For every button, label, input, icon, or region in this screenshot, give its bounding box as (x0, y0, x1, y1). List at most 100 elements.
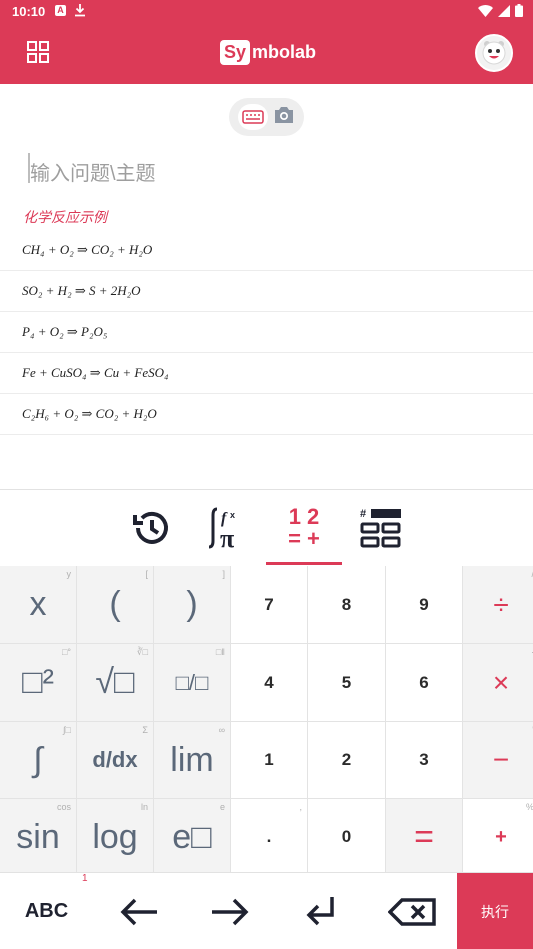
key-sqrt[interactable]: √□ ∛□ (77, 644, 153, 721)
battery-icon (515, 4, 523, 17)
key-1[interactable]: 1 (231, 722, 307, 798)
abc-keyboard-button[interactable]: ABC (0, 873, 93, 949)
example-item[interactable]: P₄ + O₂ ⇒ P₂O₅ (0, 312, 533, 353)
tab-history[interactable] (112, 490, 190, 566)
signal-icon (498, 4, 510, 17)
key-label: ∫ (33, 740, 43, 779)
key-label: x (29, 585, 47, 623)
key-label: □/□ (175, 669, 209, 695)
key-label: 0 (341, 827, 352, 846)
logo-highlight: Sy (220, 39, 251, 65)
key-label: d/dx (92, 747, 138, 772)
key-plus[interactable]: +% (463, 799, 533, 875)
key-label: 6 (419, 672, 429, 692)
tab-numbers[interactable]: 1 2 = + (265, 490, 343, 566)
key-label: sin (16, 817, 60, 856)
key-log[interactable]: log ln (77, 799, 153, 875)
key-label: log (92, 817, 138, 856)
menu-grid-button[interactable] (26, 40, 50, 64)
example-item[interactable]: SO₂ + H₂ ⇒ S + 2H₂O (0, 271, 533, 312)
execute-button[interactable]: 执行 (457, 873, 533, 949)
key-hint: y (66, 569, 72, 579)
user-avatar[interactable] (475, 34, 513, 72)
key-label: 2 (341, 750, 352, 769)
download-icon (74, 3, 86, 20)
key-label: + (495, 825, 507, 848)
key-0[interactable]: 0 (308, 799, 385, 875)
examples-list: CH₄ + O₂ ⇒ CO₂ + H₂O SO₂ + H₂ ⇒ S + 2H₂O… (0, 230, 533, 435)
key-2[interactable]: 2 (308, 722, 385, 798)
key-6[interactable]: 6 (386, 644, 462, 721)
wifi-icon (478, 4, 493, 17)
key-9[interactable]: 9 (386, 566, 462, 643)
cursor-left-button[interactable] (93, 873, 184, 949)
key-label: 9 (419, 594, 429, 614)
grid-icon (27, 41, 49, 63)
key-label: × (492, 666, 510, 698)
key-label: 1 (264, 750, 274, 769)
keyboard-mode-button[interactable] (237, 104, 268, 130)
key-hint: ∛□ (136, 647, 148, 657)
matrix-icon: # (360, 508, 401, 548)
key-sin[interactable]: sin cos (0, 799, 76, 875)
backspace-icon (387, 897, 436, 926)
key-close-paren[interactable]: )] (154, 566, 230, 643)
key-hint: ∫□ (63, 725, 71, 735)
key-label: □² (22, 663, 54, 701)
avatar-face-icon (482, 41, 506, 65)
key-integral[interactable]: ∫ ∫□ (0, 722, 76, 798)
key-hint: [ (145, 569, 148, 579)
history-icon (133, 511, 168, 544)
key-x[interactable]: xy (0, 566, 76, 643)
keyboard-icon (242, 110, 264, 124)
tab-matrix[interactable]: # (342, 490, 420, 566)
logo-text: mbolab (252, 41, 317, 62)
key-divide[interactable]: ÷/ (463, 566, 533, 643)
key-multiply[interactable]: ×· (463, 644, 533, 721)
key-derivative[interactable]: d/dx Σ (77, 722, 153, 798)
key-decimal[interactable]: ., (231, 799, 307, 875)
problem-input[interactable]: 输入问题\主题 (30, 157, 156, 186)
integral-fx-pi-icon: f x π (208, 507, 235, 553)
key-label: lim (170, 740, 214, 779)
status-bar: 10:10 A (0, 0, 533, 22)
key-hint: □‖ (215, 647, 225, 657)
key-label: ) (186, 585, 198, 623)
key-label: e□ (172, 817, 212, 856)
enter-button[interactable] (275, 873, 366, 949)
input-mode-toggle (229, 98, 304, 136)
key-minus[interactable]: −' (463, 722, 533, 798)
key-limit[interactable]: lim ∞ (154, 722, 230, 798)
key-hint: Σ (142, 725, 148, 735)
key-label: − (492, 744, 510, 775)
camera-icon (275, 106, 294, 123)
camera-mode-button[interactable] (273, 106, 295, 129)
key-square[interactable]: □² □° (0, 644, 76, 721)
key-7[interactable]: 7 (231, 566, 307, 643)
cursor-right-button[interactable] (184, 873, 275, 949)
key-open-paren[interactable]: ([ (77, 566, 153, 643)
key-equals[interactable]: = (386, 799, 462, 875)
keypad: xy ([ )] 7 8 9 ÷/ □²□° √□∛□ □/□□‖ 4 5 6 … (0, 566, 533, 875)
tab-numbers-bottom: = + (288, 526, 320, 551)
key-label: ( (109, 585, 121, 623)
svg-text:π: π (220, 524, 234, 553)
arrow-left-icon (120, 898, 157, 925)
key-8[interactable]: 8 (308, 566, 385, 643)
example-item[interactable]: Fe + CuSO₄ ⇒ Cu + FeSO₄ (0, 353, 533, 394)
example-item[interactable]: C₂H₆ + O₂ ⇒ CO₂ + H₂O (0, 394, 533, 435)
key-fraction[interactable]: □/□ □‖ (154, 644, 230, 721)
example-item[interactable]: CH₄ + O₂ ⇒ CO₂ + H₂O (0, 230, 533, 271)
key-hint: % (526, 802, 533, 812)
key-hint: □° (61, 647, 71, 657)
bottom-bar: 1 ABC 执行 (0, 872, 533, 949)
key-exp[interactable]: e□ e (154, 799, 230, 875)
key-hint: ∞ (218, 725, 225, 735)
tab-functions[interactable]: f x π (188, 490, 266, 566)
tab-numbers-top: 1 2 (288, 504, 320, 529)
key-4[interactable]: 4 (231, 644, 307, 721)
key-3[interactable]: 3 (386, 722, 462, 798)
key-5[interactable]: 5 (308, 644, 385, 721)
key-hint: e (219, 802, 225, 812)
backspace-button[interactable] (366, 873, 457, 949)
